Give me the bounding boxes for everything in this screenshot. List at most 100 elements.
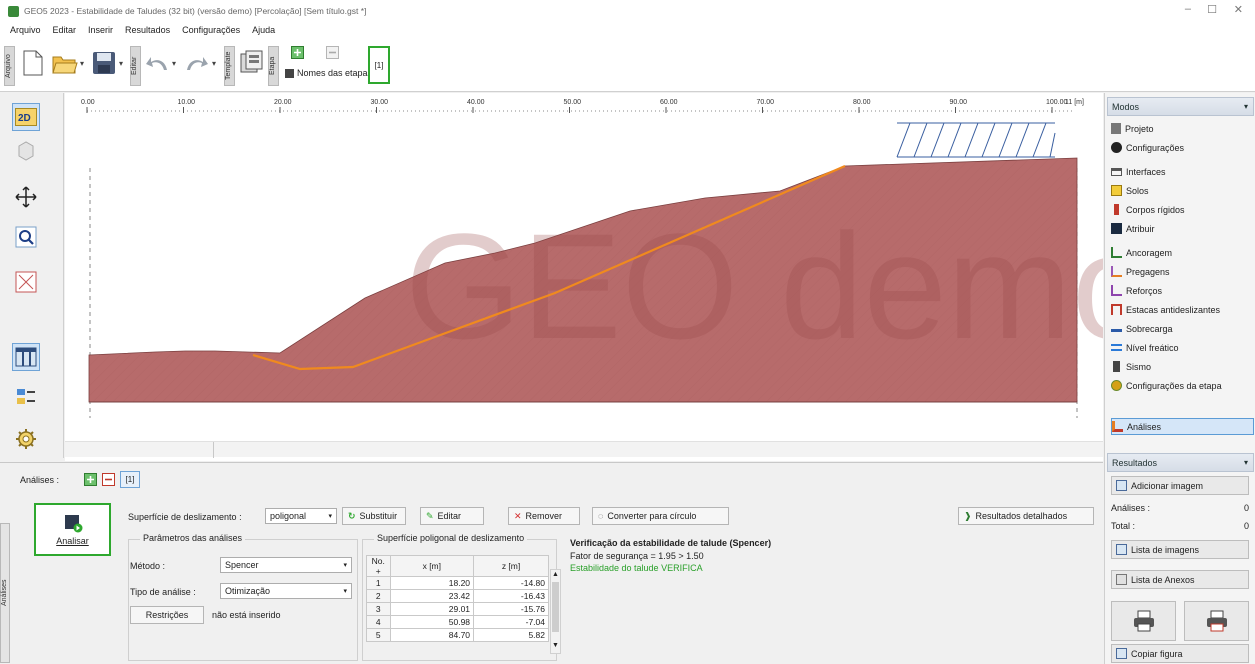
surcharge-load[interactable] [896,122,1056,158]
stage-1-tab[interactable]: [1] [368,46,390,84]
menu-ajuda[interactable]: Ajuda [252,25,275,35]
stage-names-button[interactable]: Nomes das etapas [285,68,372,78]
menu-inserir[interactable]: Inserir [88,25,113,35]
mode-analises[interactable]: Análises [1111,418,1254,435]
add-stage-icon[interactable] [291,46,304,59]
remove-analysis-icon[interactable] [102,473,115,486]
mode-solos[interactable]: Solos [1111,182,1254,199]
z-cell[interactable]: 5.82 [473,628,549,642]
tab-etapa[interactable]: Etapa [268,46,279,86]
mode-ancoragem[interactable]: Ancoragem [1111,244,1254,261]
tab-analises-side[interactable]: Análises [0,523,10,663]
mode-configuracoes[interactable]: Configurações [1111,139,1254,156]
column-header[interactable]: x [m] [389,555,475,577]
column-header[interactable]: No. + [366,555,391,577]
scroll-down-icon[interactable]: ▼ [552,642,559,649]
table-row[interactable]: 4 50.98 -7.04 [366,615,549,629]
open-folder-icon[interactable] [52,52,78,74]
mode-nivel-freatico[interactable]: Nível freático [1111,339,1254,356]
table-scrollbar[interactable]: ▲ ▼ [550,569,561,654]
close-button[interactable]: ✕ [1234,3,1243,16]
scroll-thumb[interactable] [552,582,559,632]
zoom-button[interactable] [12,223,40,251]
menu-arquivo[interactable]: Arquivo [10,25,41,35]
menu-configuracoes[interactable]: Configurações [182,25,240,35]
detailed-results-button[interactable]: ❱ Resultados detalhados [958,507,1094,525]
table-row[interactable]: 1 18.20 -14.80 [366,576,549,590]
analyse-button[interactable]: Analisar [34,503,111,556]
menu-editar[interactable]: Editar [53,25,77,35]
x-cell[interactable]: 29.01 [389,602,475,616]
print-button[interactable] [1111,601,1176,641]
z-cell[interactable]: -15.76 [473,602,549,616]
x-cell[interactable]: 50.98 [389,615,475,629]
z-cell[interactable]: -7.04 [473,615,549,629]
pan-button[interactable] [12,183,40,211]
table-row[interactable]: 2 23.42 -16.43 [366,589,549,603]
results-header[interactable]: Resultados ▾ [1107,453,1254,472]
copy-figure-button[interactable]: Copiar figura [1111,644,1249,663]
mode-sobrecarga[interactable]: Sobrecarga [1111,320,1254,337]
table-view-button[interactable] [12,343,40,371]
table-row[interactable]: 3 29.01 -15.76 [366,602,549,616]
redo-icon[interactable] [185,54,209,72]
add-image-button[interactable]: Adicionar imagem [1111,476,1249,495]
scroll-up-icon[interactable]: ▲ [552,571,559,578]
mode-projeto[interactable]: Projeto [1111,120,1254,137]
z-cell[interactable]: -16.43 [473,589,549,603]
mode-estacas[interactable]: Estacas antideslizantes [1111,301,1254,318]
edit-button[interactable]: ✎ Editar [420,507,484,525]
x-cell[interactable]: 84.70 [389,628,475,642]
mode-reforcos[interactable]: Reforços [1111,282,1254,299]
method-select[interactable]: Spencer ▾ [220,557,352,573]
ruler-tick-label: 80.00 [853,99,871,106]
table-row[interactable]: 5 84.70 5.82 [366,628,549,642]
mode-interfaces[interactable]: Interfaces [1111,163,1254,180]
mode-pregagens[interactable]: Pregagens [1111,263,1254,280]
settings-button[interactable] [12,425,40,453]
maximize-button[interactable]: ☐ [1207,3,1217,16]
x-cell[interactable]: 18.20 [389,576,475,590]
column-header[interactable]: z [m] [473,555,549,577]
open-dropdown-icon[interactable]: ▾ [80,59,84,68]
view-3d-button[interactable] [12,137,40,165]
tab-template[interactable]: Template [224,46,235,86]
horizontal-scrollbar[interactable] [65,441,1103,458]
modes-header[interactable]: Modos ▾ [1107,97,1254,116]
analysis-1-tab[interactable]: [1] [120,471,140,488]
save-dropdown-icon[interactable]: ▾ [119,59,123,68]
z-cell[interactable]: -14.80 [473,576,549,590]
annex-list-button[interactable]: Lista de Anexos [1111,570,1249,589]
template-icon[interactable] [240,50,264,76]
print-preview-button[interactable] [1184,601,1249,641]
undo-dropdown-icon[interactable]: ▾ [172,59,176,68]
zoom-extents-button[interactable] [12,268,40,296]
legend-button[interactable] [12,383,40,411]
slip-surface-select[interactable]: poligonal ▾ [265,508,337,524]
remove-button[interactable]: ✕ Remover [508,507,580,525]
new-file-icon[interactable] [22,50,44,76]
undo-icon[interactable] [145,54,169,72]
remove-stage-icon[interactable] [326,46,339,59]
image-list-button[interactable]: Lista de imagens [1111,540,1249,559]
mode-corpos-rigidos[interactable]: Corpos rígidos [1111,201,1254,218]
minimize-button[interactable]: – [1185,3,1191,15]
restrictions-button[interactable]: Restrições [130,606,204,624]
view-2d-button[interactable]: 2D [12,103,40,131]
replace-button[interactable]: ↻ Substituir [342,507,406,525]
tab-arquivo[interactable]: Arquivo [4,46,15,86]
mode-sismo[interactable]: Sismo [1111,358,1254,375]
tab-editar[interactable]: Editar [130,46,141,86]
menu-resultados[interactable]: Resultados [125,25,170,35]
mode-atribuir[interactable]: Atribuir [1111,220,1254,237]
analysis-type-select[interactable]: Otimização ▾ [220,583,352,599]
row-index: 2 [366,589,391,603]
drawing-canvas[interactable]: 0.00 10.00 20.00 30.00 40.00 50.00 60.00 70.00 8… [65,93,1155,461]
convert-to-circle-button[interactable]: ◌ Converter para círculo [592,507,729,525]
mode-label: Atribuir [1126,223,1155,234]
redo-dropdown-icon[interactable]: ▾ [212,59,216,68]
save-icon[interactable] [92,51,116,75]
add-analysis-icon[interactable] [84,473,97,486]
mode-configuracoes-etapa[interactable]: Configurações da etapa [1111,377,1254,394]
x-cell[interactable]: 23.42 [389,589,475,603]
